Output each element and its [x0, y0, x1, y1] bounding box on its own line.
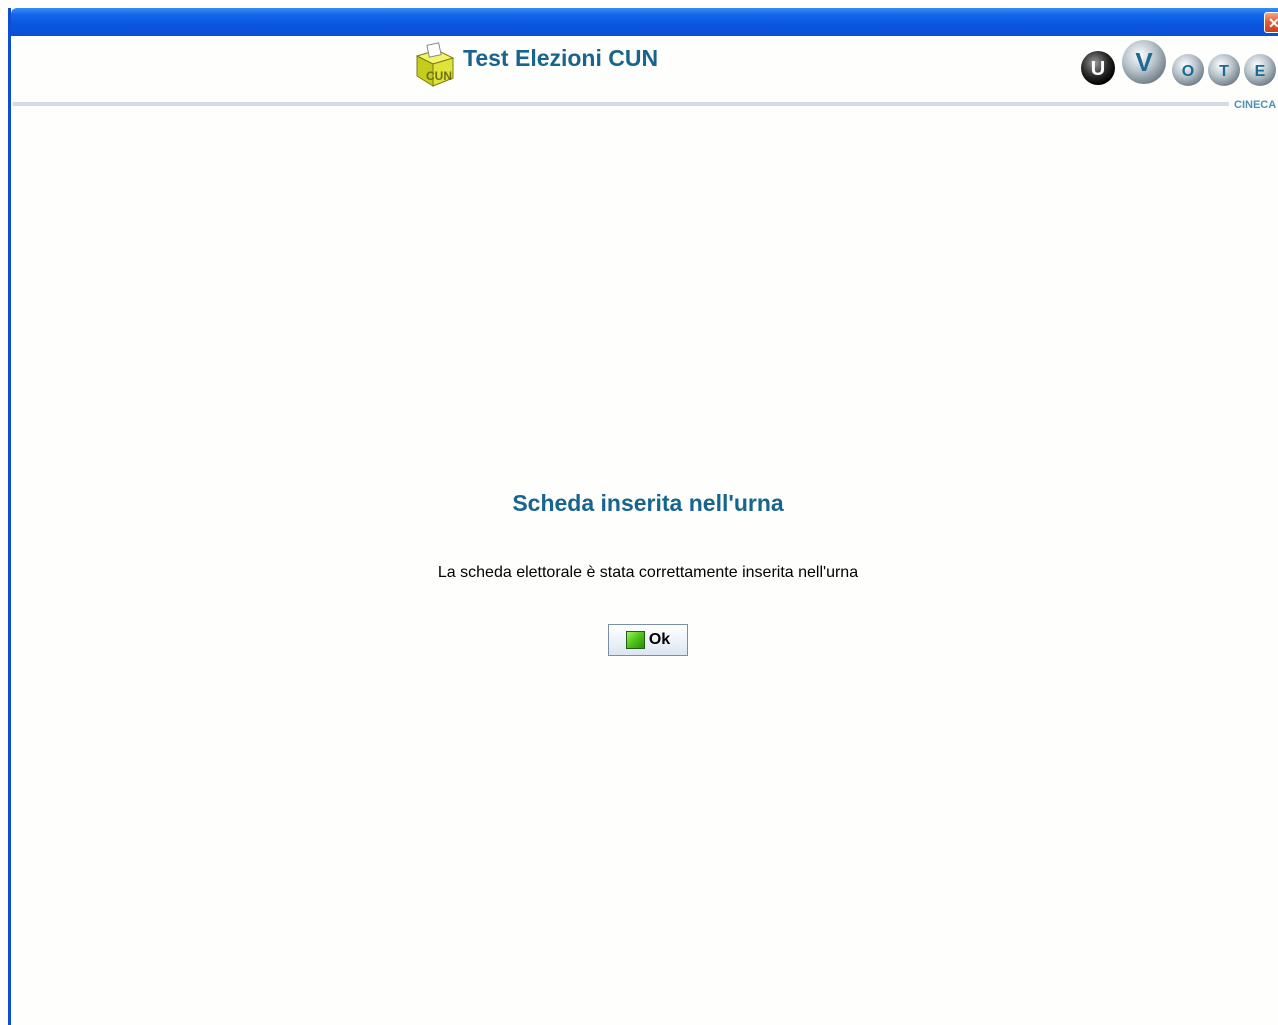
- confirmation-message: La scheda elettorale è stata correttamen…: [437, 564, 859, 581]
- ballot-box-icon: CUN: [415, 42, 455, 87]
- brand-ball-e: E: [1244, 54, 1276, 86]
- app-title: Test Elezioni CUN: [463, 45, 659, 71]
- ok-button-label: Ok: [648, 631, 671, 648]
- application-window: ✕ CUN Test Elezioni CUN: [8, 8, 1278, 1025]
- svg-text:T: T: [1219, 63, 1229, 80]
- window-titlebar[interactable]: ✕: [11, 8, 1278, 36]
- svg-text:O: O: [1182, 63, 1194, 80]
- green-square-icon: [625, 631, 645, 649]
- confirmation-heading: Scheda inserita nell'urna: [512, 490, 784, 516]
- close-window-button[interactable]: ✕: [1264, 12, 1278, 33]
- main-content: Scheda inserita nell'urna La scheda elet…: [11, 114, 1278, 1014]
- svg-text:U: U: [1091, 58, 1105, 80]
- svg-text:E: E: [1255, 63, 1266, 80]
- brand-ball-o: O: [1172, 54, 1204, 86]
- header-divider: [13, 102, 1229, 106]
- uvote-brand-logo: U V O T E: [1081, 40, 1276, 86]
- svg-text:CUN: CUN: [426, 69, 452, 83]
- brand-ball-u: U: [1081, 51, 1115, 85]
- brand-subtitle: CINECA: [1234, 99, 1277, 111]
- brand-ball-v: V: [1122, 40, 1166, 84]
- close-icon: ✕: [1268, 15, 1278, 31]
- ok-button[interactable]: Ok: [608, 624, 688, 656]
- svg-text:V: V: [1135, 47, 1153, 77]
- brand-ball-t: T: [1208, 54, 1240, 86]
- app-header: CUN Test Elezioni CUN U V O T E CINECA: [11, 36, 1278, 114]
